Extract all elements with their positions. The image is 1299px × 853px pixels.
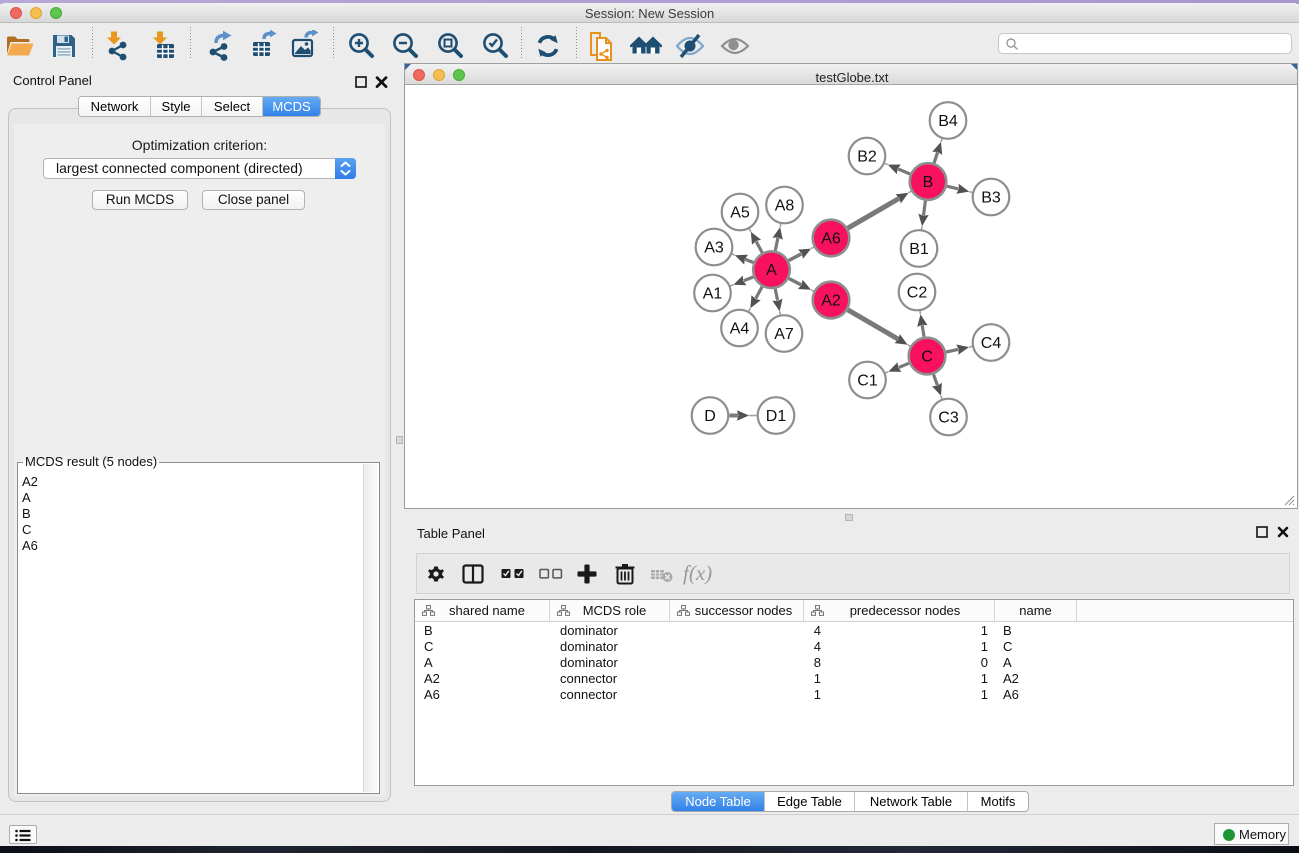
svg-text:A3: A3 xyxy=(704,240,724,257)
svg-text:A: A xyxy=(766,262,777,279)
svg-text:f(x): f(x) xyxy=(683,561,712,585)
svg-text:C2: C2 xyxy=(907,285,928,302)
svg-text:A6: A6 xyxy=(821,231,841,248)
svg-text:A4: A4 xyxy=(730,321,750,338)
svg-text:C: C xyxy=(921,349,933,366)
svg-text:B4: B4 xyxy=(938,113,958,130)
svg-text:D: D xyxy=(704,408,716,425)
svg-text:B2: B2 xyxy=(857,149,877,166)
svg-text:B3: B3 xyxy=(981,190,1001,207)
svg-text:D1: D1 xyxy=(766,408,787,425)
svg-text:C4: C4 xyxy=(981,335,1002,352)
svg-text:B1: B1 xyxy=(909,241,929,258)
svg-text:B: B xyxy=(923,174,934,191)
svg-text:A2: A2 xyxy=(821,293,841,310)
svg-text:A8: A8 xyxy=(775,198,795,215)
svg-text:C1: C1 xyxy=(857,373,878,390)
svg-text:A1: A1 xyxy=(703,286,723,303)
svg-text:C3: C3 xyxy=(938,410,959,427)
svg-text:A7: A7 xyxy=(774,326,794,343)
svg-text:A5: A5 xyxy=(730,205,750,222)
